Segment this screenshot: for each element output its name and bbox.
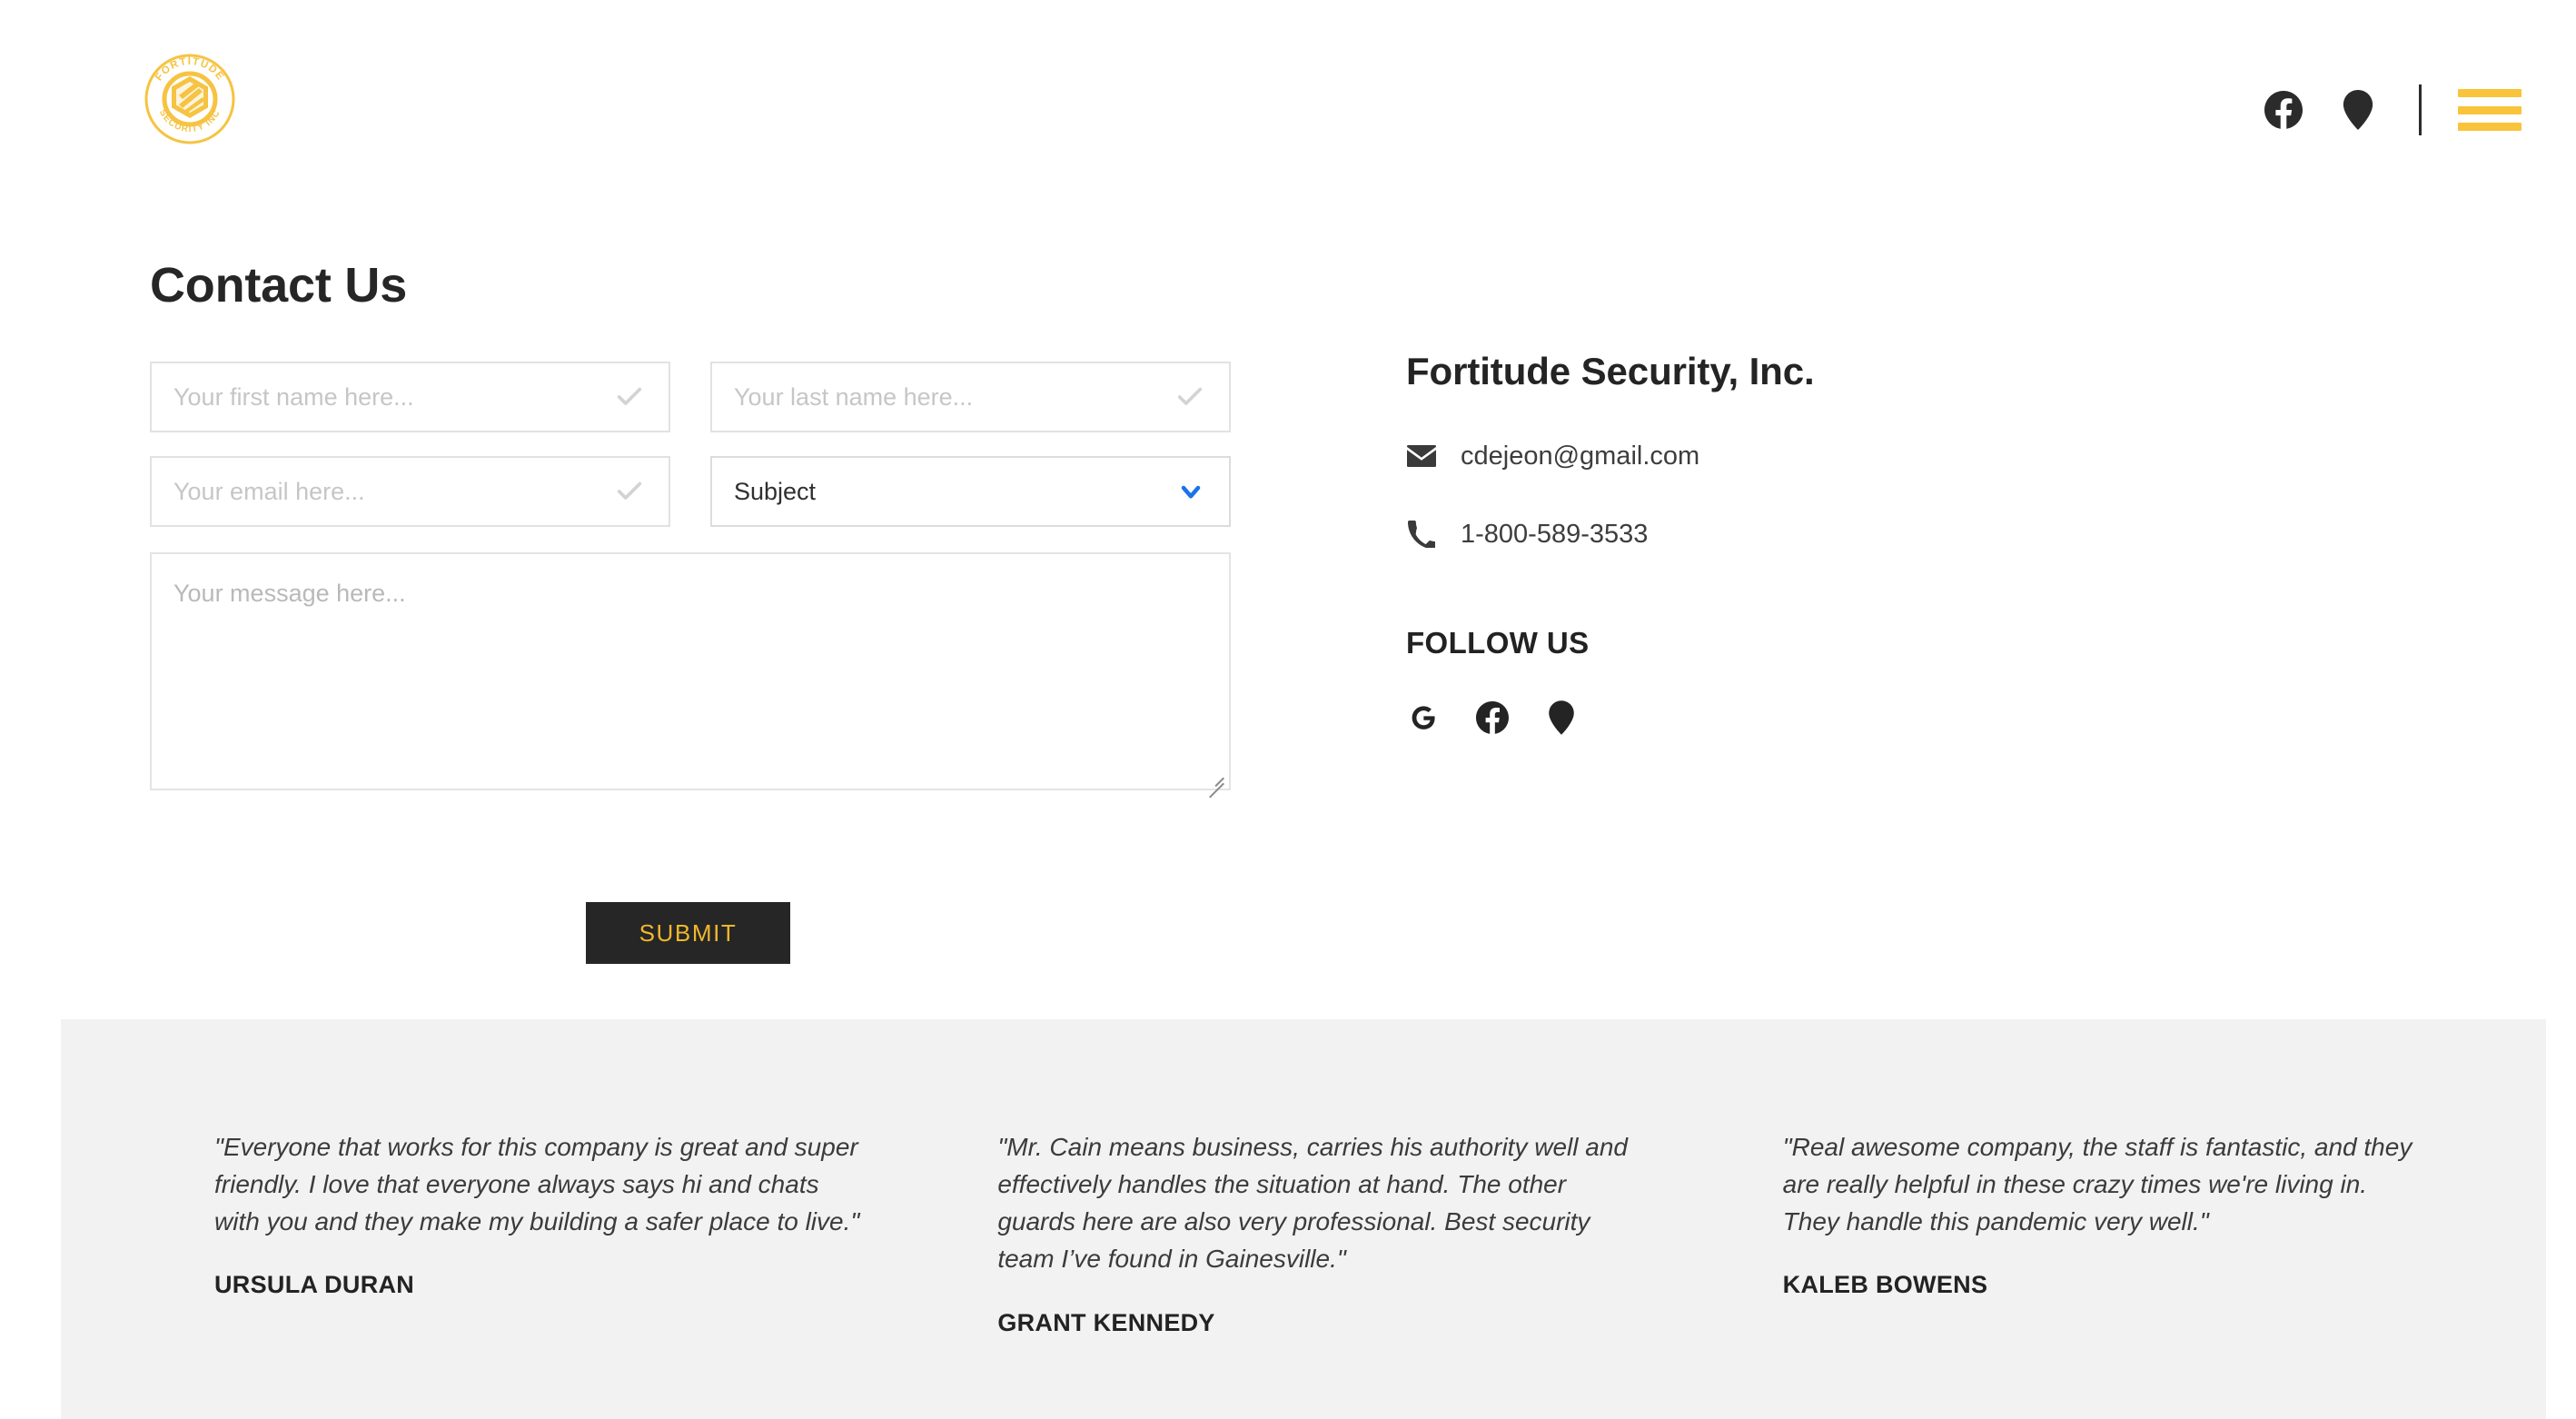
email-input[interactable]: [152, 458, 669, 525]
map-pin-icon[interactable]: [1544, 700, 1579, 735]
fortitude-logo-icon: FORTITUDE SECURITY INC: [144, 54, 235, 144]
hamburger-bar-3: [2458, 123, 2522, 131]
testimonial-author: GRANT KENNEDY: [997, 1308, 1215, 1336]
phone-icon: [1406, 519, 1437, 550]
testimonials-grid: "Everyone that works for this company is…: [61, 1019, 2546, 1337]
facebook-icon[interactable]: [2259, 85, 2308, 134]
phone-info-row[interactable]: 1-800-589-3533: [1406, 519, 2314, 550]
follow-us-heading: FOLLOW US: [1406, 626, 1590, 660]
facebook-icon[interactable]: [1475, 700, 1510, 735]
testimonial-author: URSULA DURAN: [214, 1271, 415, 1299]
testimonials-section: "Everyone that works for this company is…: [61, 1019, 2546, 1419]
check-icon: [614, 382, 645, 412]
page-title: Contact Us: [150, 258, 408, 313]
email-field[interactable]: [150, 456, 670, 527]
google-icon[interactable]: [1406, 700, 1441, 735]
first-name-input[interactable]: [152, 363, 669, 431]
subject-select-value: Subject: [734, 477, 817, 505]
site-logo[interactable]: FORTITUDE SECURITY INC: [143, 52, 237, 146]
submit-button[interactable]: SUBMIT: [586, 902, 790, 964]
testimonial-card: "Real awesome company, the staff is fant…: [1743, 1128, 2546, 1337]
chevron-down-icon: [1176, 477, 1205, 506]
testimonial-quote: "Real awesome company, the staff is fant…: [1782, 1133, 2413, 1236]
check-icon: [1174, 382, 1205, 412]
email-text: cdejeon@gmail.com: [1461, 441, 1700, 471]
map-pin-icon[interactable]: [2333, 85, 2383, 134]
subject-select[interactable]: Subject: [710, 456, 1231, 527]
last-name-field[interactable]: [710, 362, 1231, 432]
email-info-row[interactable]: cdejeon@gmail.com: [1406, 441, 2314, 471]
social-links: [1406, 700, 2314, 735]
site-header: FORTITUDE SECURITY INC: [0, 0, 2576, 209]
hamburger-menu-icon[interactable]: [2458, 89, 2522, 131]
form-row-email-subject: Subject: [150, 456, 1231, 527]
phone-text: 1-800-589-3533: [1461, 519, 1649, 549]
header-actions: [2259, 84, 2522, 135]
testimonial-card: "Everyone that works for this company is…: [61, 1128, 959, 1337]
testimonial-quote: "Everyone that works for this company is…: [214, 1133, 860, 1236]
company-name: Fortitude Security, Inc.: [1406, 350, 1815, 392]
message-textarea[interactable]: [152, 554, 1229, 789]
hamburger-bar-1: [2458, 89, 2522, 97]
page-root: FORTITUDE SECURITY INC Contact Us Your f…: [0, 0, 2576, 1419]
message-field[interactable]: [150, 552, 1231, 799]
first-name-field[interactable]: [150, 362, 670, 432]
company-info-panel: Fortitude Security, Inc. cdejeon@gmail.c…: [1406, 350, 2314, 735]
testimonial-card: "Mr. Cain means business, carries his au…: [959, 1128, 1742, 1337]
testimonial-quote: "Mr. Cain means business, carries his au…: [997, 1133, 1628, 1274]
form-row-names: [150, 362, 1231, 432]
check-icon: [614, 476, 645, 507]
last-name-input[interactable]: [712, 363, 1229, 431]
contact-form: Subject: [150, 362, 1231, 799]
testimonial-author: KALEB BOWENS: [1782, 1271, 1988, 1299]
envelope-icon: [1406, 441, 1437, 471]
header-divider: [2419, 84, 2422, 135]
hamburger-bar-2: [2458, 105, 2522, 114]
